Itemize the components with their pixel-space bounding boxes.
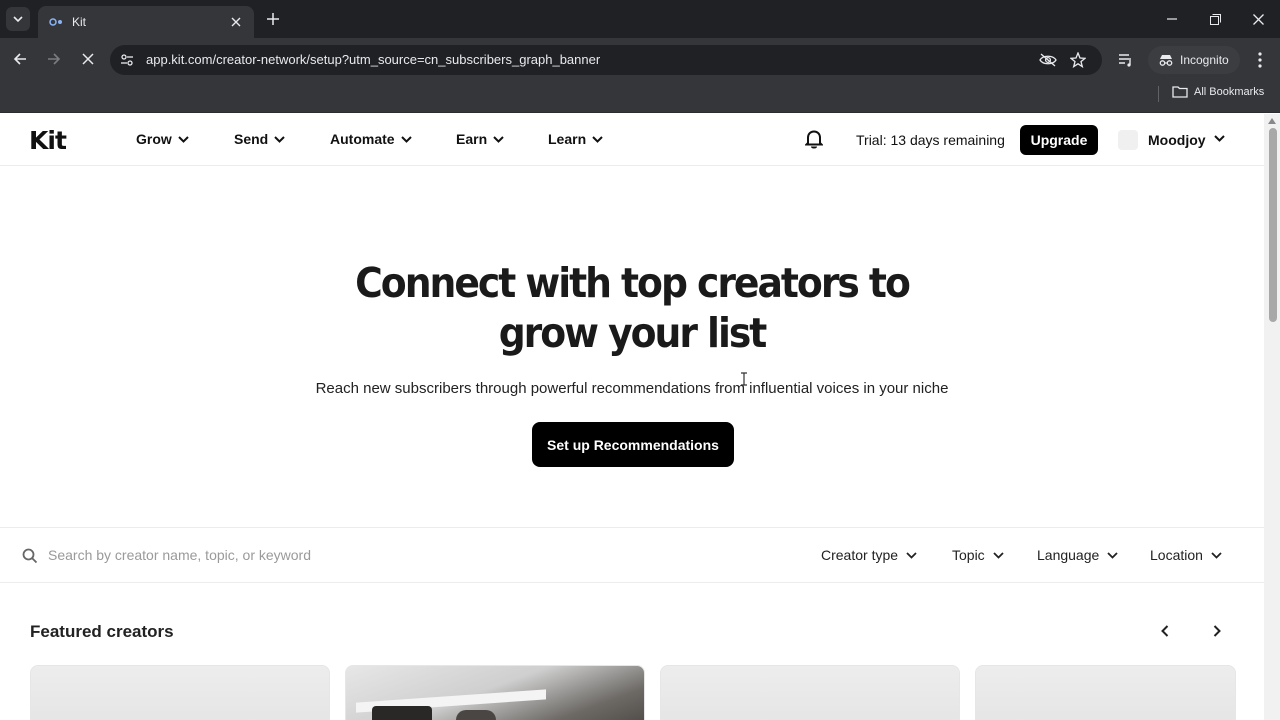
filter-topic-label: Topic: [952, 547, 985, 563]
media-controls-icon[interactable]: [1116, 50, 1136, 70]
url-host: app.kit.com: [146, 52, 213, 67]
forward-button[interactable]: [42, 47, 66, 71]
close-icon: [82, 53, 94, 65]
stop-loading-button[interactable]: [76, 47, 100, 71]
eye-off-icon[interactable]: [1038, 50, 1058, 70]
incognito-icon: [1159, 55, 1173, 66]
featured-creators-heading: Featured creators: [30, 622, 174, 641]
text-cursor-icon: [741, 372, 747, 386]
nav-automate-label: Automate: [330, 131, 395, 147]
site-info-icon[interactable]: [118, 51, 136, 69]
incognito-label: Incognito: [1180, 53, 1229, 67]
account-name[interactable]: Moodjoy: [1148, 132, 1206, 148]
chevron-left-icon: [1161, 625, 1169, 637]
notifications-bell-icon[interactable]: [804, 129, 825, 151]
card-image-object: [456, 710, 496, 720]
scroll-up-arrow-icon[interactable]: [1268, 118, 1276, 124]
browser-tab-active[interactable]: Kit: [38, 6, 254, 38]
folder-icon: [1172, 86, 1188, 98]
trial-status-text: Trial: 13 days remaining: [856, 132, 1005, 148]
nav-learn-label: Learn: [548, 131, 587, 147]
creator-card[interactable]: [30, 665, 330, 720]
close-window-button[interactable]: [1244, 6, 1272, 32]
restore-icon: [1209, 13, 1221, 25]
plus-icon: [267, 13, 279, 25]
restore-button[interactable]: [1201, 6, 1229, 32]
chevron-down-icon: [274, 135, 285, 143]
all-bookmarks-button[interactable]: All Bookmarks: [1172, 85, 1264, 98]
chevron-down-icon: [400, 135, 412, 143]
chevron-down-icon: [178, 135, 189, 143]
nav-send[interactable]: Send: [234, 131, 285, 147]
chevron-right-icon: [1213, 625, 1221, 637]
creator-card[interactable]: [975, 665, 1236, 720]
chevron-down-icon: [1107, 551, 1118, 559]
address-url[interactable]: app.kit.com/creator-network/setup?utm_so…: [146, 52, 600, 67]
set-up-recommendations-button[interactable]: Set up Recommendations: [532, 422, 734, 467]
tab-search-button[interactable]: [6, 7, 30, 31]
tab-loading-icon: [48, 14, 64, 30]
chevron-down-icon: [993, 551, 1004, 559]
all-bookmarks-label: All Bookmarks: [1194, 85, 1265, 98]
upgrade-button[interactable]: Upgrade: [1020, 125, 1098, 155]
nav-learn[interactable]: Learn: [548, 131, 603, 147]
nav-grow[interactable]: Grow: [136, 131, 189, 147]
arrow-left-icon: [13, 53, 26, 65]
hero-title: Connect with top creators to grow your l…: [355, 259, 911, 357]
chevron-down-icon: [1211, 551, 1222, 559]
creator-card[interactable]: [660, 665, 960, 720]
chevron-down-icon[interactable]: [1214, 135, 1225, 142]
nav-automate[interactable]: Automate: [330, 131, 412, 147]
nav-earn-label: Earn: [456, 131, 488, 147]
avatar[interactable]: [1118, 130, 1138, 150]
filter-language[interactable]: Language: [1037, 547, 1118, 563]
creator-card[interactable]: [345, 665, 645, 720]
nav-earn[interactable]: Earn: [456, 131, 504, 147]
filter-creator-type-label: Creator type: [821, 547, 899, 563]
filter-location[interactable]: Location: [1150, 547, 1222, 563]
search-icon: [22, 548, 38, 564]
app-top-nav: Kit Grow Send Automate Earn Learn Trial:…: [0, 114, 1264, 166]
new-tab-button[interactable]: [262, 8, 284, 30]
tab-title: Kit: [72, 15, 87, 29]
minimize-icon: [1167, 18, 1177, 20]
back-button[interactable]: [8, 47, 32, 71]
filter-topic[interactable]: Topic: [952, 547, 1004, 563]
creator-search-input[interactable]: [48, 542, 448, 568]
arrow-right-icon: [48, 53, 61, 65]
card-image-object: [372, 706, 432, 720]
hero-subtitle: Reach new subscribers through powerful r…: [315, 380, 949, 397]
filter-creator-type[interactable]: Creator type: [821, 547, 917, 563]
chevron-down-icon: [13, 16, 23, 23]
url-path: /creator-network/setup?utm_source=cn_sub…: [212, 52, 601, 67]
kit-logo[interactable]: Kit: [29, 126, 67, 155]
filter-location-label: Location: [1150, 547, 1203, 563]
carousel-prev-button[interactable]: [1154, 620, 1176, 642]
chevron-down-icon: [906, 551, 917, 559]
filter-language-label: Language: [1037, 547, 1100, 563]
nav-grow-label: Grow: [136, 131, 172, 147]
incognito-indicator[interactable]: Incognito: [1148, 46, 1240, 74]
chevron-down-icon: [592, 135, 603, 143]
more-vertical-icon: [1258, 52, 1262, 68]
creator-filter-bar: Creator type Topic Language Location: [0, 527, 1264, 583]
nav-send-label: Send: [234, 131, 269, 147]
carousel-next-button[interactable]: [1206, 620, 1228, 642]
bookmarks-bar: [0, 80, 1280, 113]
close-icon: [1252, 13, 1264, 25]
chevron-down-icon: [493, 135, 504, 143]
scrollbar-thumb[interactable]: [1269, 128, 1277, 322]
kit-page: Kit Grow Send Automate Earn Learn Trial:…: [0, 114, 1264, 720]
browser-menu-button[interactable]: [1250, 49, 1270, 71]
star-icon[interactable]: [1068, 50, 1088, 70]
bookmarks-divider: [1158, 86, 1159, 102]
minimize-button[interactable]: [1158, 6, 1186, 32]
close-tab-icon[interactable]: [228, 14, 244, 30]
